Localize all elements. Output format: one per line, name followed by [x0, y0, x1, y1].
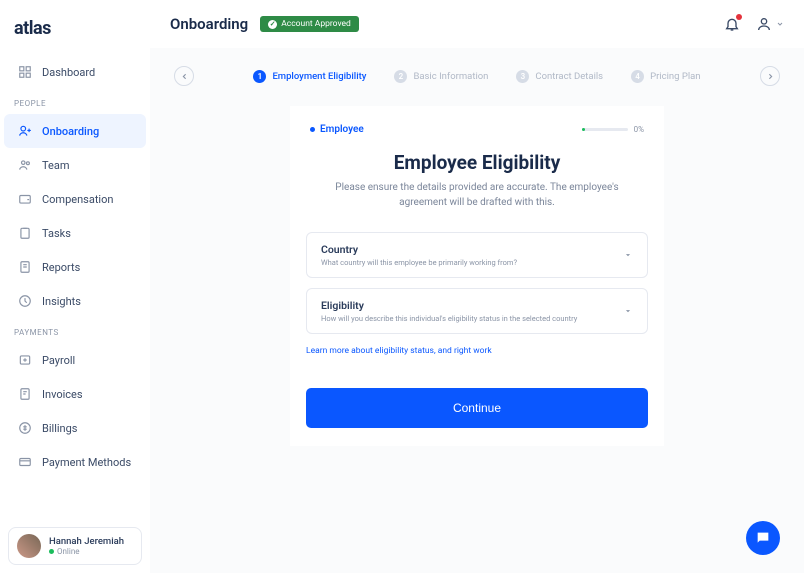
sidebar: atlas Dashboard PEOPLE Onboarding Team C…	[0, 0, 150, 573]
sidebar-item-onboarding[interactable]: Onboarding	[4, 114, 146, 148]
chevron-down-icon	[776, 20, 784, 28]
notification-dot-icon	[736, 14, 742, 20]
nav-label: Dashboard	[42, 66, 95, 79]
sidebar-item-reports[interactable]: Reports	[4, 250, 146, 284]
sidebar-item-dashboard[interactable]: Dashboard	[4, 55, 146, 89]
clipboard-icon	[18, 226, 32, 240]
country-label: Country	[321, 243, 517, 256]
page-title: Onboarding	[170, 15, 248, 33]
chevron-left-icon	[180, 72, 189, 81]
sidebar-item-payroll[interactable]: Payroll	[4, 343, 146, 377]
eligibility-hint: How will you describe this individual's …	[321, 314, 577, 323]
users-icon	[18, 158, 32, 172]
grid-icon	[18, 65, 32, 79]
nav-label: Payroll	[42, 354, 75, 367]
nav-label: Billings	[42, 422, 77, 435]
sidebar-item-billings[interactable]: Billings	[4, 411, 146, 445]
user-plus-icon	[18, 124, 32, 138]
nav-label: Onboarding	[42, 125, 99, 138]
status-badge: ✓ Account Approved	[260, 16, 359, 32]
sidebar-item-invoices[interactable]: Invoices	[4, 377, 146, 411]
user-status: Online	[49, 547, 124, 556]
card-subtitle: Please ensure the details provided are a…	[290, 180, 664, 232]
step-basic-information[interactable]: 2Basic Information	[394, 70, 488, 83]
content: 1Employment Eligibility 2Basic Informati…	[150, 48, 804, 573]
nav-label: Reports	[42, 261, 80, 274]
step-contract-details[interactable]: 3Contract Details	[516, 70, 603, 83]
continue-button[interactable]: Continue	[306, 388, 648, 428]
user-name: Hannah Jeremiah	[49, 536, 124, 547]
chat-fab[interactable]	[746, 521, 780, 555]
brand-logo: atlas	[0, 18, 150, 55]
nav-label: Insights	[42, 295, 81, 308]
topbar: Onboarding ✓ Account Approved	[150, 0, 804, 48]
sidebar-item-team[interactable]: Team	[4, 148, 146, 182]
step-pricing-plan[interactable]: 4Pricing Plan	[631, 70, 700, 83]
card-icon	[18, 455, 32, 469]
check-icon: ✓	[268, 20, 277, 29]
wallet-icon	[18, 192, 32, 206]
chat-icon	[755, 530, 771, 546]
insights-icon	[18, 294, 32, 308]
user-icon	[756, 16, 772, 32]
chevron-right-icon	[766, 72, 775, 81]
step-employment-eligibility[interactable]: 1Employment Eligibility	[253, 70, 366, 83]
caret-down-icon	[623, 306, 633, 316]
stepper-next-button[interactable]	[760, 66, 780, 86]
invoice-icon	[18, 387, 32, 401]
status-dot-icon	[49, 549, 54, 554]
progress-indicator: 0%	[582, 125, 644, 134]
section-payments: PAYMENTS	[0, 318, 150, 343]
employee-tag: Employee	[310, 124, 364, 135]
country-select[interactable]: Country What country will this employee …	[306, 232, 648, 278]
nav-label: Payment Methods	[42, 456, 131, 469]
section-people: PEOPLE	[0, 89, 150, 114]
sidebar-item-tasks[interactable]: Tasks	[4, 216, 146, 250]
learn-more-link[interactable]: Learn more about eligibility status, and…	[290, 344, 664, 356]
stepper: 1Employment Eligibility 2Basic Informati…	[174, 66, 780, 86]
card-title: Employee Eligibility	[290, 151, 664, 180]
payroll-icon	[18, 353, 32, 367]
form-card: Employee 0% Employee Eligibility Please …	[290, 106, 664, 446]
notifications-button[interactable]	[724, 16, 740, 32]
sidebar-item-insights[interactable]: Insights	[4, 284, 146, 318]
eligibility-label: Eligibility	[321, 299, 577, 312]
user-widget[interactable]: Hannah Jeremiah Online	[8, 527, 142, 565]
report-icon	[18, 260, 32, 274]
account-menu[interactable]	[756, 16, 784, 32]
sidebar-item-compensation[interactable]: Compensation	[4, 182, 146, 216]
nav-label: Invoices	[42, 388, 83, 401]
country-hint: What country will this employee be prima…	[321, 258, 517, 267]
side-nav: Dashboard PEOPLE Onboarding Team Compens…	[0, 55, 150, 519]
main: Onboarding ✓ Account Approved	[150, 0, 804, 573]
stepper-prev-button[interactable]	[174, 66, 194, 86]
nav-label: Team	[42, 159, 70, 172]
billing-icon	[18, 421, 32, 435]
nav-label: Compensation	[42, 193, 113, 206]
avatar	[17, 534, 41, 558]
caret-down-icon	[623, 250, 633, 260]
nav-label: Tasks	[42, 227, 71, 240]
sidebar-item-payment-methods[interactable]: Payment Methods	[4, 445, 146, 479]
eligibility-select[interactable]: Eligibility How will you describe this i…	[306, 288, 648, 334]
